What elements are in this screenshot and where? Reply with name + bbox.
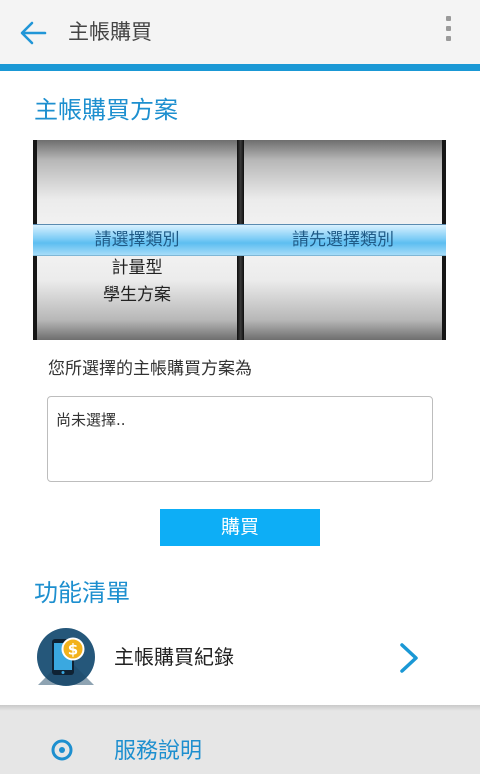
- phone-dollar-icon: $: [37, 628, 95, 686]
- app-bar-title: 主帳購買: [68, 20, 152, 44]
- feature-item-label: 主帳購買紀錄: [114, 645, 234, 669]
- result-prompt: 您所選擇的主帳購買方案為: [48, 359, 252, 379]
- category-wheel-selected[interactable]: 請選擇類別: [37, 228, 237, 252]
- service-info-label: 服務說明: [114, 739, 203, 764]
- svg-text:$: $: [68, 641, 78, 659]
- plan-picker: 請選擇類別 請先選擇類別 計量型 學生方案: [33, 140, 446, 340]
- content-card: 主帳購買方案 請選擇類別 請先選擇類別 計量型 學生方案 您所選擇的主帳購買方案…: [0, 71, 480, 711]
- chevron-right-icon: [400, 643, 418, 673]
- category-wheel-item[interactable]: 學生方案: [37, 283, 237, 307]
- more-vertical-icon[interactable]: [442, 16, 454, 48]
- location-pin-icon: [51, 739, 73, 761]
- category-wheel-item[interactable]: 計量型: [37, 256, 237, 280]
- service-info-item[interactable]: 服務說明: [48, 734, 288, 774]
- purchase-section-title: 主帳購買方案: [34, 96, 178, 124]
- plan-wheel-selected[interactable]: 請先選擇類別: [244, 228, 442, 252]
- buy-button[interactable]: 購買: [160, 509, 320, 546]
- app-bar-divider: [0, 64, 480, 71]
- result-value: 尚未選擇..: [56, 411, 126, 429]
- feature-item-purchase-history[interactable]: $ 主帳購買紀錄: [0, 621, 480, 695]
- features-section-title: 功能清單: [34, 579, 130, 607]
- app-bar: 主帳購買: [0, 0, 480, 64]
- back-arrow-icon[interactable]: [18, 18, 48, 48]
- card-shadow: [0, 705, 480, 711]
- result-field: 尚未選擇..: [47, 396, 433, 482]
